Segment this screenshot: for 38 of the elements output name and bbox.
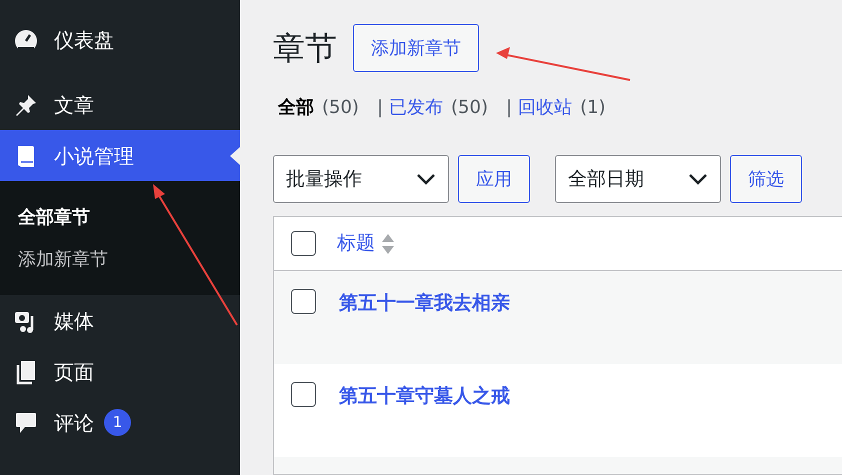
view-count: (50) [322, 96, 359, 120]
sidebar-item[interactable]: 媒体 [0, 295, 240, 346]
row-checkbox[interactable] [291, 289, 316, 314]
sidebar-item-label: 小说管理 [54, 142, 134, 170]
separator: | [376, 96, 384, 120]
page-title: 章节 [273, 28, 337, 68]
chapter-title-link[interactable]: 第五十一章我去相亲 [339, 289, 510, 318]
count-badge: 1 [104, 409, 131, 436]
add-new-chapter-button[interactable]: 添加新章节 [353, 24, 479, 72]
sidebar-item-label: 媒体 [54, 308, 94, 334]
sidebar-item[interactable]: 文章 [0, 79, 240, 130]
submenu-item[interactable]: 添加新章节 [0, 239, 240, 281]
date-filter-select[interactable]: 全部日期 [555, 155, 721, 203]
sidebar-item[interactable]: 仪表盘 [0, 14, 240, 65]
submenu-item[interactable]: 全部章节 [0, 197, 240, 239]
view-filter-link[interactable]: 回收站 [518, 94, 572, 121]
view-filter-link[interactable]: 已发布 [389, 94, 444, 121]
sidebar-item[interactable]: 评论 1 [0, 397, 240, 448]
sidebar-item[interactable]: 小说管理 [0, 130, 240, 181]
sidebar-item-label: 页面 [54, 358, 94, 386]
sidebar-item-label: 仪表盘 [54, 26, 114, 54]
chevron-down-icon [416, 173, 436, 185]
column-header[interactable]: 标题 [337, 229, 375, 258]
sidebar-item[interactable]: 页面 [0, 346, 240, 397]
select-all-checkbox[interactable] [291, 231, 316, 256]
chapter-title-link[interactable]: 第五十章守墓人之戒 [339, 382, 510, 410]
chevron-down-icon [688, 173, 708, 185]
separator: | [506, 96, 512, 120]
apply-button[interactable]: 应用 [458, 155, 530, 203]
sidebar-item-label: 评论 [54, 410, 94, 436]
view-count: (50) [451, 96, 488, 120]
row-checkbox[interactable] [291, 382, 316, 407]
view-filter-link[interactable]: 全部 [278, 94, 314, 121]
sidebar-item-label: 文章 [54, 92, 94, 118]
filter-button[interactable]: 筛选 [730, 155, 802, 203]
view-count: (1) [580, 96, 606, 120]
bulk-actions-select[interactable]: 批量操作 [273, 155, 449, 203]
active-indicator [230, 147, 240, 165]
